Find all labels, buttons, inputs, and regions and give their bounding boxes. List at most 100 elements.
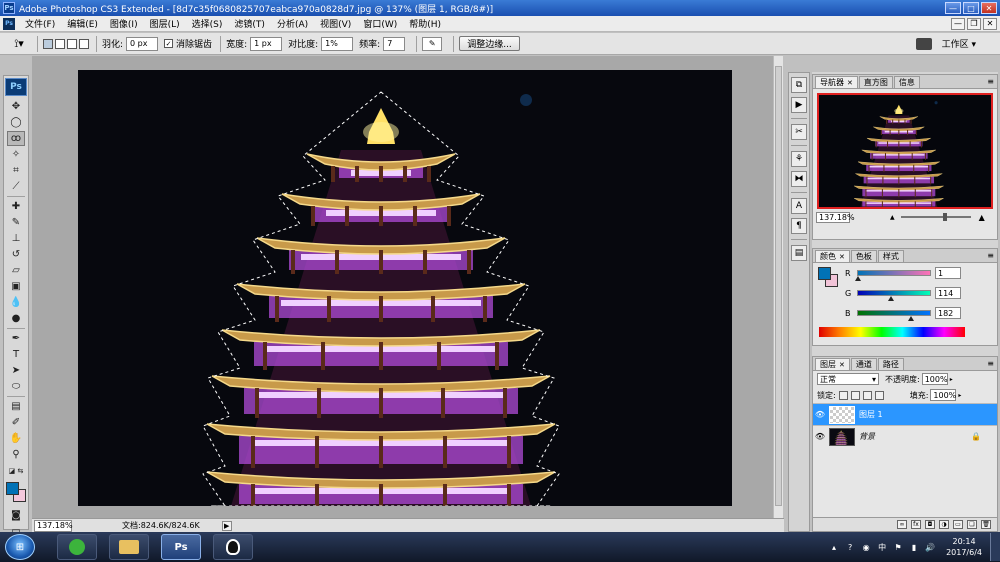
layer-name[interactable]: 图层 1 [859,409,883,420]
color-spectrum-bar[interactable] [819,327,965,337]
menu-filter[interactable]: 滤镜(T) [228,17,271,30]
path-selection-tool-icon[interactable]: ➤ [7,363,25,378]
minimize-button[interactable]: — [945,2,961,14]
blend-mode-select[interactable]: 正常 ▾ [817,373,879,385]
status-menu-arrow-icon[interactable]: ▶ [221,520,232,531]
opacity-input[interactable]: 100% [921,373,948,385]
tab-paths[interactable]: 路径 [877,358,904,370]
lock-pixels-icon[interactable] [850,390,860,400]
blue-slider-knob[interactable] [907,316,914,321]
layer-name[interactable]: 背景 [859,431,875,442]
antialias-checkbox[interactable]: ✓ [164,39,174,48]
show-desktop-button[interactable] [990,533,1000,561]
quick-mask-icon[interactable]: ◙ [7,508,25,523]
doc-minimize-button[interactable]: — [951,17,965,30]
photoshop-logo[interactable]: Ps [5,78,27,96]
healing-brush-tool-icon[interactable]: ✚ [7,199,25,214]
bridge-icon[interactable] [915,37,932,50]
menu-help[interactable]: 帮助(H) [403,17,447,30]
image-canvas[interactable] [78,70,732,506]
eraser-tool-icon[interactable]: ▱ [7,263,25,278]
system-clock[interactable]: 20:14 2017/6/4 [946,536,982,558]
tab-styles[interactable]: 样式 [877,250,904,262]
vertical-scrollbar[interactable] [773,56,783,518]
tab-channels[interactable]: 通道 [850,358,877,370]
menu-select[interactable]: 选择(S) [186,17,229,30]
adjustment-layer-icon[interactable]: ◑ [939,520,949,529]
menu-edit[interactable]: 编辑(E) [61,17,104,30]
navigator-zoom-field[interactable]: 137.18% [816,211,855,223]
red-slider[interactable] [855,270,931,281]
green-value-input[interactable]: 114 [935,287,961,299]
zoom-tool-icon[interactable]: ⚲ [7,447,25,462]
opacity-arrow-icon[interactable]: ▸ [950,376,953,383]
qq-task-icon[interactable] [213,534,253,560]
paragraph-icon[interactable]: ¶ [791,218,807,234]
notes-tool-icon[interactable]: ▤ [7,399,25,414]
tab-color[interactable]: 颜色 ✕ [815,250,850,262]
new-layer-icon[interactable]: ❏ [967,520,977,529]
layer-row[interactable]: 👁 图层 1 [813,403,997,425]
intersect-selection-icon[interactable] [79,38,89,49]
brush-tool-icon[interactable]: ✎ [7,215,25,230]
add-selection-icon[interactable] [55,38,65,49]
input-method-icon[interactable]: 中 [876,541,888,553]
panel-menu-icon[interactable]: ≡ [987,77,994,86]
pen-tool-icon[interactable]: ✒ [7,331,25,346]
history-brush-tool-icon[interactable]: ↺ [7,247,25,262]
fill-arrow-icon[interactable]: ▸ [958,392,961,399]
close-icon[interactable]: ✕ [847,79,853,87]
panel-menu-icon[interactable]: ≡ [987,359,994,368]
character-icon[interactable]: A [791,198,807,214]
navigator-thumbnail[interactable] [817,93,993,209]
menu-window[interactable]: 窗口(W) [357,17,403,30]
zoom-in-icon[interactable]: ▲ [979,213,985,222]
menu-file[interactable]: 文件(F) [19,17,61,30]
layer-comps-icon[interactable]: ▤ [791,245,807,261]
workspace-menu[interactable]: 工作区 ▾ [915,37,976,50]
slice-tool-icon[interactable]: ⟋ [7,179,25,194]
photoshop-task-button[interactable]: Ps [161,534,201,560]
contrast-input[interactable]: 1% [321,36,354,51]
clone-stamp-tool-icon[interactable]: ⊥ [7,231,25,246]
maximize-button[interactable]: □ [963,2,979,14]
close-button[interactable]: ✕ [981,2,997,14]
tablet-pressure-icon[interactable]: ✎ [422,36,443,51]
refine-edge-button[interactable]: 调整边缘... [459,36,520,51]
zoom-level-field[interactable]: 137.18% [34,519,73,532]
frequency-input[interactable]: 7 [383,36,406,51]
doc-close-button[interactable]: ✕ [983,17,997,30]
flag-icon[interactable]: ⚑ [892,541,904,553]
menu-analysis[interactable]: 分析(A) [271,17,314,30]
blue-slider[interactable] [857,310,931,321]
menu-layer[interactable]: 图层(L) [144,17,186,30]
doc-restore-button[interactable]: ❐ [967,17,981,30]
tray-expand-icon[interactable]: ▴ [828,541,840,553]
magnetic-lasso-preset-icon[interactable]: ⟟▾ [6,35,32,53]
volume-icon[interactable]: 🔊 [924,541,936,553]
green-slider-knob[interactable] [888,296,895,301]
tab-info[interactable]: 信息 [893,76,920,88]
panel-menu-icon[interactable]: ≡ [987,251,994,260]
clone-source-icon[interactable]: ⧓ [791,171,807,187]
explorer-task-icon[interactable] [109,534,149,560]
gradient-tool-icon[interactable]: ▣ [7,279,25,294]
lock-transparency-icon[interactable] [838,390,848,400]
type-tool-icon[interactable]: T [7,347,25,362]
red-slider-knob[interactable] [855,276,862,281]
shape-tool-icon[interactable]: ⬭ [7,379,25,394]
new-selection-icon[interactable] [43,38,53,49]
visibility-eye-icon[interactable]: 👁 [813,410,827,419]
hand-tool-icon[interactable]: ✋ [7,431,25,446]
menu-image[interactable]: 图像(I) [104,17,144,30]
history-icon[interactable]: ⧉ [791,77,807,93]
layer-row[interactable]: 👁 背景 🔒 [813,425,997,447]
close-icon[interactable]: ✕ [839,253,845,261]
default-colors-icon[interactable]: ◪ ⇆ [7,463,25,478]
tab-histogram[interactable]: 直方图 [858,76,893,88]
lock-all-icon[interactable] [874,390,884,400]
blur-tool-icon[interactable]: 💧 [7,295,25,310]
eyedropper-tool-icon[interactable]: ✐ [7,415,25,430]
zoom-out-icon[interactable]: ▲ [890,214,895,221]
zoom-slider-knob[interactable] [942,213,947,221]
